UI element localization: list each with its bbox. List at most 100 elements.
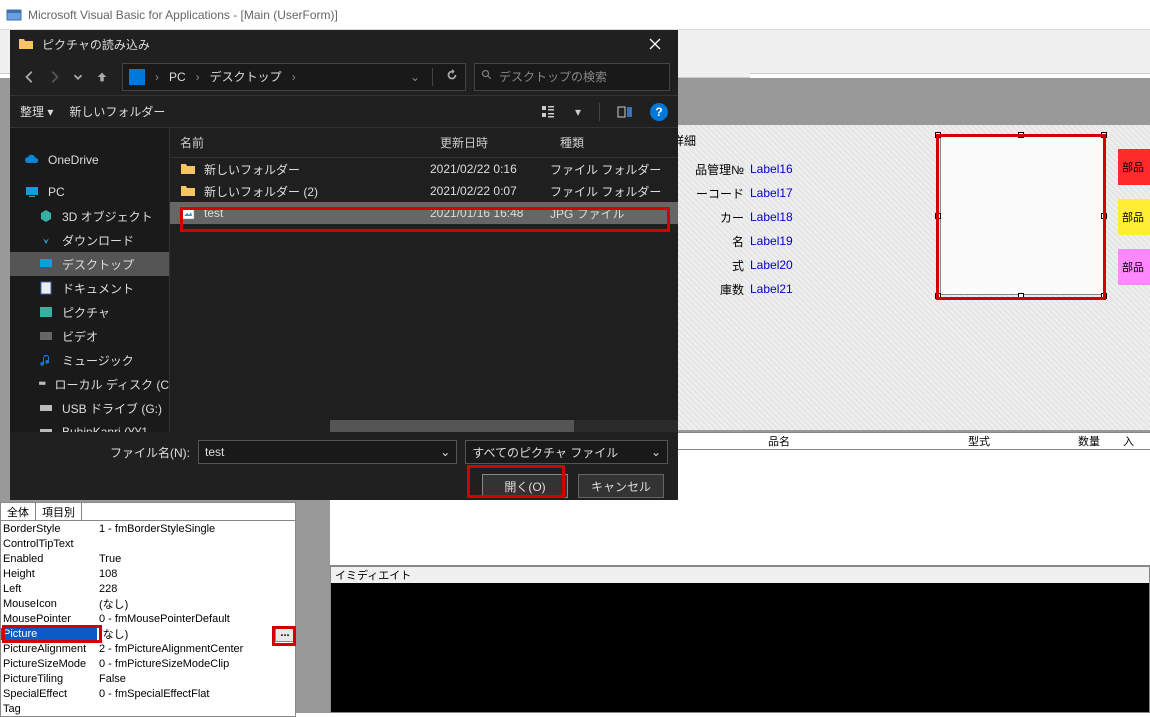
organize-button[interactable]: 整理 ▾ xyxy=(20,103,53,120)
picture-browse-button[interactable]: ... xyxy=(275,626,295,642)
nav-recent-dropdown[interactable] xyxy=(66,65,90,89)
tree-label: ローカル ディスク (C xyxy=(55,376,170,393)
download-icon xyxy=(38,232,54,248)
tree-item-downloads[interactable]: ダウンロード xyxy=(10,228,169,252)
tree-label: USB ドライブ (G:) xyxy=(62,400,162,417)
file-mtime: 2021/01/16 16:48 xyxy=(430,206,550,220)
filename-value: test xyxy=(205,445,224,459)
breadcrumb[interactable]: PC デスクトップ ⌄ xyxy=(122,63,466,91)
nav-up-button[interactable] xyxy=(90,65,114,89)
column-name[interactable]: 名前 xyxy=(170,134,430,151)
prop-value[interactable]: 2 - fmPictureAlignmentCenter xyxy=(97,643,295,655)
view-mode-button[interactable] xyxy=(539,103,557,121)
prop-name[interactable]: Left xyxy=(1,583,97,595)
disk-icon xyxy=(38,376,47,392)
tree-label: ダウンロード xyxy=(62,232,134,249)
prop-value[interactable]: 108 xyxy=(97,568,295,580)
properties-tab-category[interactable]: 項目別 xyxy=(36,503,82,520)
prop-value[interactable]: True xyxy=(97,553,295,565)
cancel-button[interactable]: キャンセル xyxy=(578,474,664,498)
form-field-label: 庫数 xyxy=(670,281,750,298)
horizontal-scrollbar[interactable] xyxy=(330,420,678,432)
breadcrumb-item[interactable]: デスクトップ xyxy=(210,68,282,85)
refresh-icon[interactable] xyxy=(445,68,459,85)
nav-back-button[interactable] xyxy=(18,65,42,89)
dialog-nav: PC デスクトップ ⌄ デスクトップの検索 xyxy=(10,58,678,96)
prop-name[interactable]: Picture xyxy=(1,628,97,640)
tree-item-documents[interactable]: ドキュメント xyxy=(10,276,169,300)
help-button[interactable]: ? xyxy=(650,103,668,121)
new-folder-button[interactable]: 新しいフォルダー xyxy=(69,103,165,120)
filter-value: すべてのピクチャ ファイル xyxy=(472,444,618,461)
file-filter-combo[interactable]: すべてのピクチャ ファイル⌄ xyxy=(465,440,668,464)
col-header: 入出 xyxy=(1110,433,1144,449)
tree-label: BuhinKanri (¥¥1 xyxy=(62,425,148,432)
file-open-dialog: ピクチャの読み込み PC デスクトップ ⌄ デスクトップの検索 整理 ▾ 新しい… xyxy=(10,30,678,500)
form-field-value: Label18 xyxy=(750,210,820,224)
prop-name[interactable]: PictureAlignment xyxy=(1,643,97,655)
prop-value[interactable]: 228 xyxy=(97,583,295,595)
properties-tab-all[interactable]: 全体 xyxy=(1,503,36,520)
tree-item-pictures[interactable]: ピクチャ xyxy=(10,300,169,324)
folder-icon xyxy=(180,183,196,199)
nav-forward-button[interactable] xyxy=(42,65,66,89)
prop-value[interactable]: (なし) xyxy=(97,626,295,642)
prop-name[interactable]: MouseIcon xyxy=(1,598,97,610)
tree-item-desktop[interactable]: デスクトップ xyxy=(10,252,169,276)
list-item-folder[interactable]: 新しいフォルダー (2) 2021/02/22 0:07 ファイル フォルダー xyxy=(170,180,678,202)
folder-icon xyxy=(18,36,34,52)
tree-item-pc[interactable]: PC xyxy=(10,180,169,204)
col-header: 数量 xyxy=(1000,433,1110,449)
close-button[interactable] xyxy=(632,30,678,58)
dialog-titlebar[interactable]: ピクチャの読み込み xyxy=(10,30,678,58)
form-button-yellow[interactable]: 部品 xyxy=(1118,199,1150,235)
form-button-pink[interactable]: 部品 xyxy=(1118,249,1150,285)
tree-item-disk-c[interactable]: ローカル ディスク (C xyxy=(10,372,169,396)
prop-name[interactable]: BorderStyle xyxy=(1,523,97,535)
prop-name[interactable]: Height xyxy=(1,568,97,580)
list-item-folder[interactable]: 新しいフォルダー 2021/02/22 0:16 ファイル フォルダー xyxy=(170,158,678,180)
prop-name[interactable]: ControlTipText xyxy=(1,538,97,550)
selected-image-control[interactable] xyxy=(940,135,1104,295)
preview-pane-button[interactable] xyxy=(616,103,634,121)
prop-name[interactable]: SpecialEffect xyxy=(1,688,97,700)
tree-item-network[interactable]: BuhinKanri (¥¥1 xyxy=(10,420,169,432)
column-mtime[interactable]: 更新日時 xyxy=(430,134,550,151)
form-button-red[interactable]: 部品 xyxy=(1118,149,1150,185)
prop-name[interactable]: Enabled xyxy=(1,553,97,565)
prop-value[interactable]: 0 - fmMousePointerDefault xyxy=(97,613,295,625)
open-button[interactable]: 開く(O) xyxy=(482,474,568,498)
form-field-label: 式 xyxy=(670,257,750,274)
prop-value[interactable]: 0 - fmSpecialEffectFlat xyxy=(97,688,295,700)
filename-label: ファイル名(N): xyxy=(20,444,190,461)
filename-combo[interactable]: test⌄ xyxy=(198,440,457,464)
form-field-label: 品管理№ xyxy=(670,161,750,178)
list-item-image[interactable]: test 2021/01/16 16:48 JPG ファイル xyxy=(170,202,678,224)
prop-value[interactable]: (なし) xyxy=(97,596,295,612)
tree-label: ピクチャ xyxy=(62,304,110,321)
prop-name[interactable]: PictureSizeMode xyxy=(1,658,97,670)
search-icon xyxy=(481,69,493,84)
breadcrumb-dropdown-icon[interactable]: ⌄ xyxy=(410,70,420,84)
prop-name[interactable]: PictureTiling xyxy=(1,673,97,685)
tree-item-onedrive[interactable]: OneDrive xyxy=(10,148,169,172)
file-name: 新しいフォルダー xyxy=(204,161,300,178)
prop-value[interactable]: False xyxy=(97,673,295,685)
prop-value[interactable]: 1 - fmBorderStyleSingle xyxy=(97,523,295,535)
tree-item-videos[interactable]: ビデオ xyxy=(10,324,169,348)
image-file-icon xyxy=(180,205,196,221)
prop-name[interactable]: MousePointer xyxy=(1,613,97,625)
file-type: ファイル フォルダー xyxy=(550,161,678,178)
tree-label: ドキュメント xyxy=(62,280,134,297)
search-input[interactable]: デスクトップの検索 xyxy=(474,63,670,91)
breadcrumb-item[interactable]: PC xyxy=(169,70,186,84)
immediate-window-body[interactable] xyxy=(331,583,1149,712)
view-dropdown-icon[interactable]: ▾ xyxy=(573,103,583,121)
properties-grid: BorderStyle1 - fmBorderStyleSingle Contr… xyxy=(1,521,295,716)
prop-value[interactable]: 0 - fmPictureSizeModeClip xyxy=(97,658,295,670)
tree-item-usb[interactable]: USB ドライブ (G:) xyxy=(10,396,169,420)
tree-item-music[interactable]: ミュージック xyxy=(10,348,169,372)
column-type[interactable]: 種類 xyxy=(550,134,678,151)
tree-item-3d[interactable]: 3D オブジェクト xyxy=(10,204,169,228)
file-type: JPG ファイル xyxy=(550,205,678,222)
